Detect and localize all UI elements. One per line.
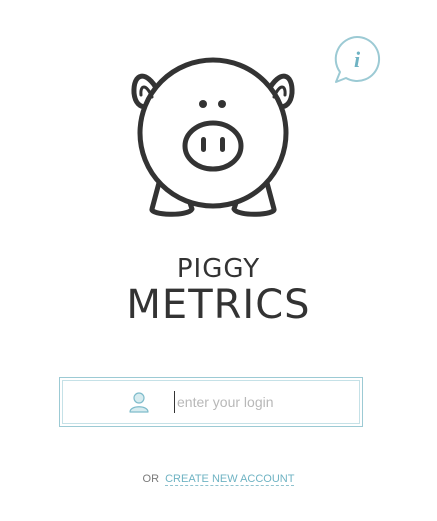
piggy-bank-logo bbox=[131, 57, 295, 217]
footer: OR CREATE NEW ACCOUNT bbox=[0, 473, 437, 486]
login-field[interactable] bbox=[59, 377, 363, 427]
footer-or-text: OR bbox=[142, 473, 160, 485]
info-glyph: i bbox=[354, 47, 361, 72]
info-icon: i bbox=[334, 35, 381, 83]
create-account-link[interactable]: CREATE NEW ACCOUNT bbox=[165, 473, 295, 486]
info-button[interactable]: i bbox=[332, 34, 382, 84]
login-input[interactable] bbox=[174, 391, 347, 413]
brand-line-metrics: METRICS bbox=[126, 282, 311, 328]
brand-title: PIGGY METRICS bbox=[0, 254, 437, 328]
user-icon bbox=[129, 392, 149, 413]
brand-line-piggy: PIGGY bbox=[176, 254, 261, 284]
